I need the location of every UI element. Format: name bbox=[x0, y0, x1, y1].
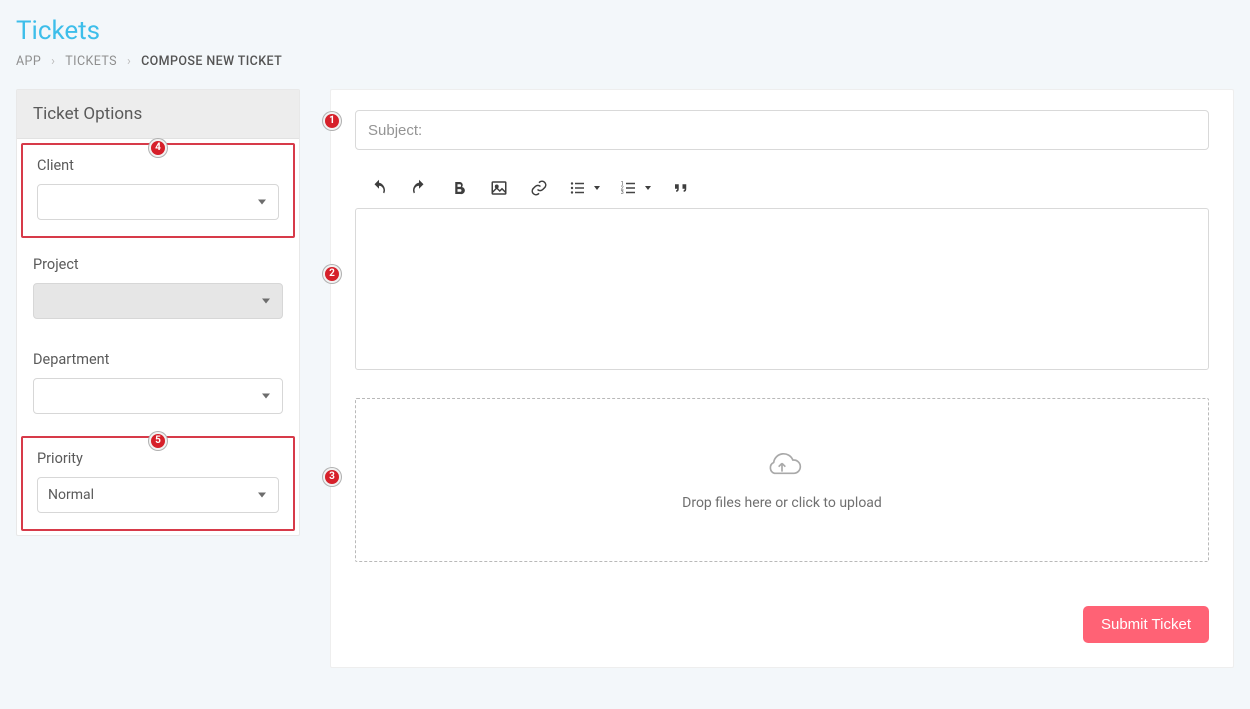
department-select[interactable] bbox=[33, 378, 283, 414]
chevron-right-icon: › bbox=[51, 54, 55, 69]
breadcrumb-current: COMPOSE NEW TICKET bbox=[141, 54, 282, 69]
file-dropzone[interactable]: Drop files here or click to upload bbox=[355, 398, 1209, 562]
chevron-down-icon bbox=[594, 186, 600, 190]
department-field-block: Department bbox=[17, 337, 299, 432]
client-field-block: 4 Client bbox=[21, 143, 295, 238]
priority-label: Priority bbox=[37, 450, 279, 467]
chevron-right-icon: › bbox=[127, 54, 131, 69]
chevron-down-icon bbox=[645, 186, 651, 190]
breadcrumb: APP › TICKETS › COMPOSE NEW TICKET bbox=[16, 54, 1234, 69]
dropzone-text: Drop files here or click to upload bbox=[682, 495, 882, 511]
undo-icon[interactable] bbox=[369, 178, 389, 198]
project-label: Project bbox=[33, 256, 283, 273]
editor-toolbar: 123 bbox=[355, 178, 1209, 208]
editor-textarea[interactable] bbox=[355, 208, 1209, 370]
marker-5: 5 bbox=[149, 432, 167, 450]
subject-input[interactable] bbox=[355, 110, 1209, 150]
marker-2: 2 bbox=[323, 265, 341, 283]
ticket-options-panel: Ticket Options 4 Client Project Departme… bbox=[16, 89, 300, 536]
quote-icon[interactable] bbox=[671, 178, 691, 198]
image-icon[interactable] bbox=[489, 178, 509, 198]
page-title: Tickets bbox=[16, 16, 1234, 46]
redo-icon[interactable] bbox=[409, 178, 429, 198]
priority-select[interactable]: Normal bbox=[37, 477, 279, 513]
breadcrumb-root[interactable]: APP bbox=[16, 54, 41, 69]
svg-text:3: 3 bbox=[621, 190, 624, 196]
sidebar-header: Ticket Options bbox=[17, 90, 299, 139]
marker-1: 1 bbox=[323, 112, 341, 130]
bold-icon[interactable] bbox=[449, 178, 469, 198]
project-select bbox=[33, 283, 283, 319]
compose-panel: 1 123 2 3 bbox=[330, 89, 1234, 668]
priority-field-block: 5 Priority Normal bbox=[21, 436, 295, 531]
project-field-block: Project bbox=[17, 242, 299, 337]
department-label: Department bbox=[33, 351, 283, 368]
cloud-upload-icon bbox=[762, 449, 802, 485]
link-icon[interactable] bbox=[529, 178, 549, 198]
submit-ticket-button[interactable]: Submit Ticket bbox=[1083, 606, 1209, 643]
breadcrumb-tickets[interactable]: TICKETS bbox=[65, 54, 117, 69]
marker-4: 4 bbox=[149, 139, 167, 157]
client-select[interactable] bbox=[37, 184, 279, 220]
bullet-list-button[interactable] bbox=[569, 179, 600, 197]
client-label: Client bbox=[37, 157, 279, 174]
marker-3: 3 bbox=[323, 468, 341, 486]
ordered-list-button[interactable]: 123 bbox=[620, 179, 651, 197]
